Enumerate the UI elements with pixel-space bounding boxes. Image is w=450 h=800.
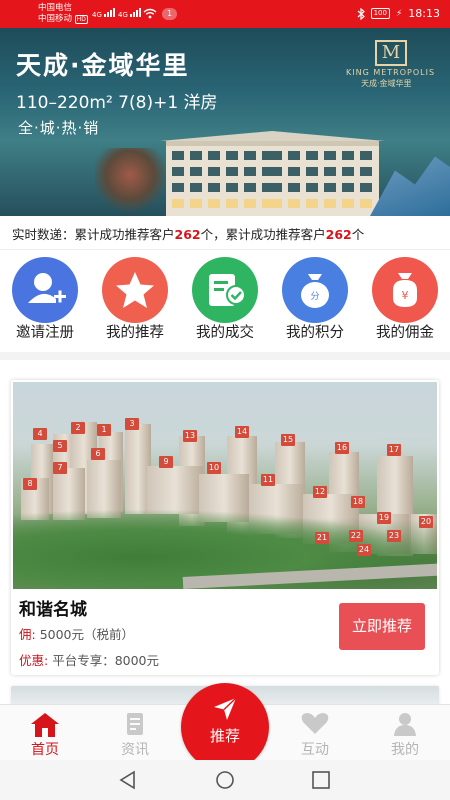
nav-my-points[interactable]: 分 我的积分 — [275, 257, 355, 343]
property-image: 4 2 1 3 5 6 7 8 9 10 11 12 13 14 15 16 1… — [13, 382, 437, 589]
tab-mine[interactable]: 我的 — [375, 705, 435, 759]
points-bag-icon: 分 — [282, 257, 348, 323]
building-number: 10 — [207, 462, 221, 474]
property-card[interactable]: 4 2 1 3 5 6 7 8 9 10 11 12 13 14 15 16 1… — [11, 380, 439, 675]
nav-my-commission[interactable]: ¥ 我的佣金 — [365, 257, 445, 343]
recents-icon[interactable] — [308, 767, 334, 793]
building-number: 19 — [377, 512, 391, 524]
user-icon — [392, 711, 418, 737]
commission-label: 佣: — [19, 627, 36, 642]
status-bar: 中国电信 中国移动 HD 4G 4G 1 100 ⚡ 18:13 — [0, 0, 450, 28]
building-number: 20 — [419, 516, 433, 528]
banner-tree — [95, 148, 165, 216]
signal-icon-2: 4G — [118, 8, 142, 19]
ticker-count-2: 262 — [325, 227, 352, 242]
heart-icon — [301, 711, 329, 737]
bluetooth-icon — [357, 7, 365, 20]
building-number: 21 — [315, 532, 329, 544]
app-screen: 中国电信 中国移动 HD 4G 4G 1 100 ⚡ 18:13 天成·金域华里… — [0, 0, 450, 800]
star-icon — [102, 257, 168, 323]
charging-icon: ⚡ — [395, 8, 403, 19]
building-number: 16 — [335, 442, 349, 454]
home-icon — [31, 711, 59, 737]
commission-row: 佣: 5000元（税前） — [19, 624, 134, 643]
building-number: 5 — [53, 440, 67, 452]
building-number: 23 — [387, 530, 401, 542]
promo-banner[interactable]: 天成·金域华里 110–220m² 7(8)+1 洋房 全·城·热·销 M KI… — [0, 28, 450, 216]
building-number: 1 — [97, 424, 111, 436]
building-number: 12 — [313, 486, 327, 498]
signal-icon: 4G — [92, 8, 116, 19]
send-icon — [214, 697, 237, 720]
brand-name-cn: 天成·金域华里 — [361, 79, 412, 88]
carrier-mobile: 中国移动 HD — [38, 14, 88, 24]
building-number: 14 — [235, 426, 249, 438]
building-number: 13 — [183, 430, 197, 442]
nav-my-recommendations[interactable]: 我的推荐 — [95, 257, 175, 343]
tab-home[interactable]: 首页 — [15, 705, 75, 759]
commission-value: 5000元（税前） — [39, 627, 135, 642]
wifi-icon — [143, 8, 157, 19]
banner-subtitle: 110–220m² 7(8)+1 洋房 — [16, 93, 218, 113]
brand-name-en: KING METROPOLIS — [346, 68, 436, 77]
ticker-count-1: 262 — [174, 227, 201, 242]
nav-my-deals[interactable]: 我的成交 — [185, 257, 265, 343]
svg-text:分: 分 — [310, 291, 319, 302]
building-number: 2 — [71, 422, 85, 434]
building-number: 9 — [159, 456, 173, 468]
system-nav-bar — [0, 760, 450, 800]
add-user-icon — [12, 257, 78, 323]
recommend-fab-button[interactable]: 推荐 — [181, 683, 269, 771]
building-number: 3 — [125, 418, 139, 430]
building-number: 15 — [281, 434, 295, 446]
building-number: 22 — [349, 530, 363, 542]
building-number: 6 — [91, 448, 105, 460]
brand-logo-icon: M — [375, 40, 407, 66]
status-right: 100 ⚡ 18:13 — [357, 7, 440, 20]
tab-news[interactable]: 资讯 — [105, 705, 165, 759]
recommend-now-button[interactable]: 立即推荐 — [339, 603, 425, 650]
hd-badge: HD — [74, 15, 88, 24]
discount-value: 平台专享：8000元 — [52, 653, 160, 668]
building-number: 17 — [387, 444, 401, 456]
building-number: 8 — [23, 478, 37, 490]
building-number: 11 — [261, 474, 275, 486]
back-icon[interactable] — [115, 767, 141, 793]
discount-label: 优惠: — [19, 653, 49, 668]
banner-tagline: 全·城·热·销 — [18, 119, 100, 137]
building-number: 18 — [351, 496, 365, 508]
carrier-info: 中国电信 中国移动 HD — [38, 3, 88, 25]
svg-text:¥: ¥ — [402, 289, 409, 302]
notification-badge: 1 — [162, 8, 178, 20]
banner-title: 天成·金域华里 — [16, 51, 190, 80]
carrier-telecom: 中国电信 — [38, 3, 73, 13]
tab-interact[interactable]: 互动 — [285, 705, 345, 759]
news-icon — [122, 711, 148, 737]
section-divider — [0, 352, 450, 360]
building-number: 4 — [33, 428, 47, 440]
commission-bag-icon: ¥ — [372, 257, 438, 323]
property-name: 和谐名城 — [19, 600, 87, 620]
discount-row: 优惠: 平台专享：8000元 — [19, 650, 159, 669]
clock: 18:13 — [408, 7, 440, 20]
battery-icon: 100 — [370, 8, 390, 19]
building-number: 7 — [53, 462, 67, 474]
banner-building-image — [160, 131, 385, 216]
deal-check-icon — [192, 257, 258, 323]
quick-nav: 邀请注册 我的推荐 我的成交 分 我的积分 ¥ 我的佣金 — [0, 254, 450, 344]
stats-ticker: 实时数递：累计成功推荐客户262个，累计成功推荐客户262个 — [0, 216, 450, 250]
home-circle-icon[interactable] — [212, 767, 238, 793]
nav-invite-register[interactable]: 邀请注册 — [5, 257, 85, 343]
building-number: 24 — [357, 544, 371, 556]
